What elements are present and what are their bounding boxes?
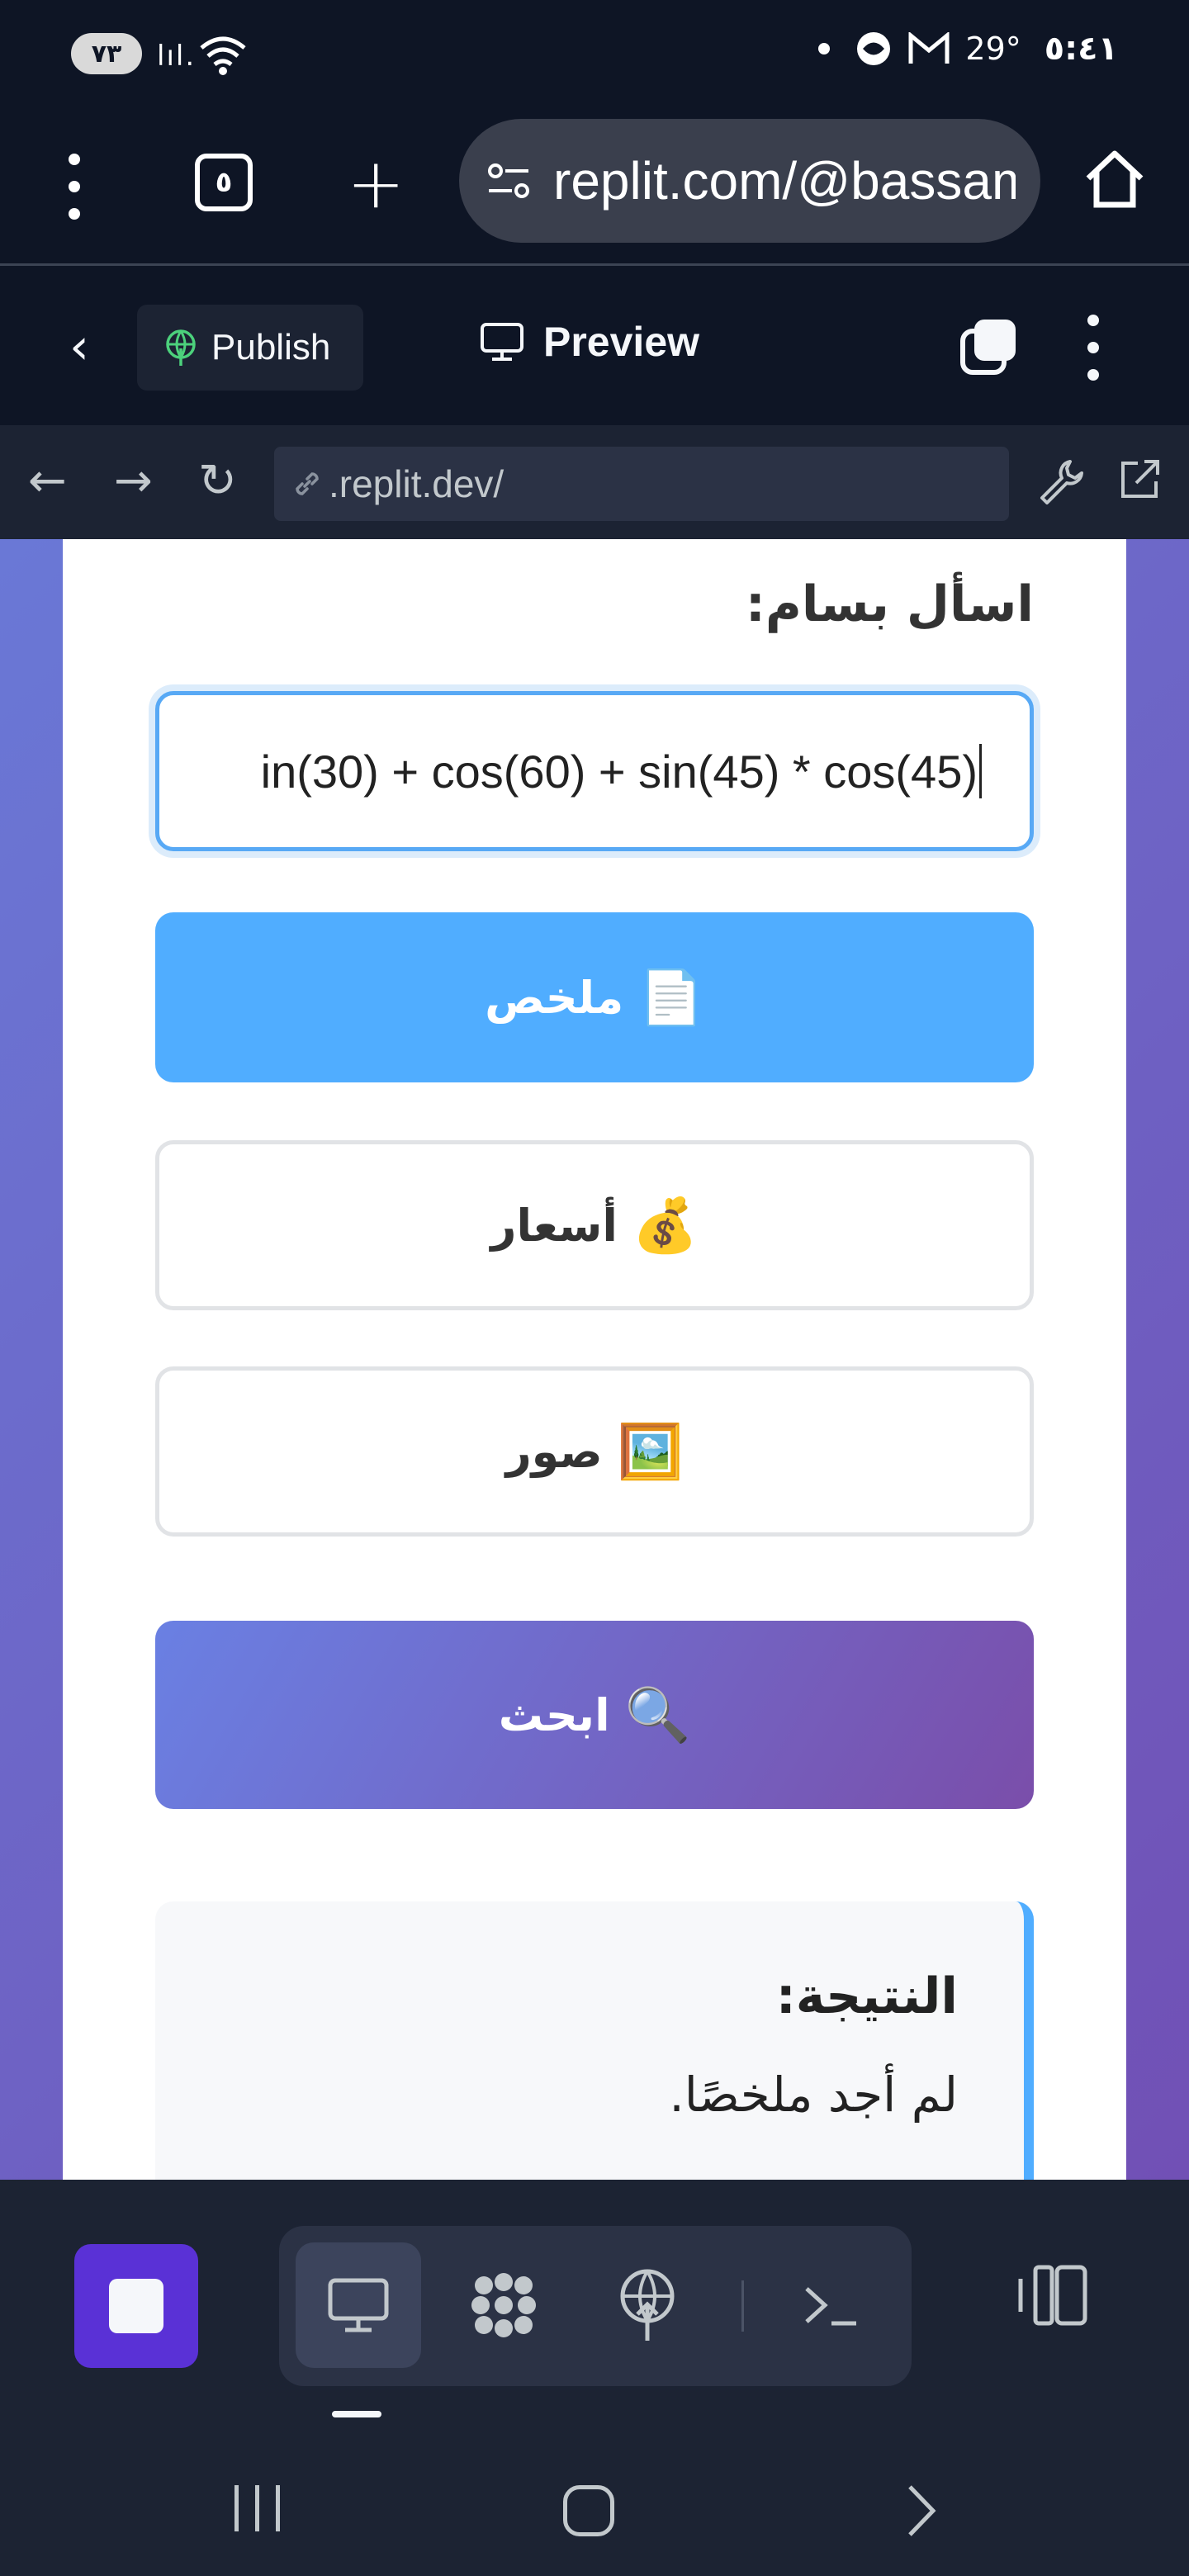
query-value: in(30) + cos(60) + sin(45) * cos(45) <box>260 745 978 798</box>
dock-tool-group <box>279 2226 912 2386</box>
url-bar[interactable]: replit.com/@bassam <box>459 119 1040 243</box>
url-text: replit.com/@bassam <box>553 151 1016 211</box>
webview-back-icon[interactable]: ← <box>28 457 67 506</box>
result-text: لم أجد ملخصًا. <box>669 2067 958 2123</box>
back-chevron-icon[interactable]: ‹ <box>69 318 89 376</box>
temperature: 29° <box>965 31 1021 67</box>
preview-tab[interactable]: Preview <box>479 318 699 366</box>
recents-icon[interactable] <box>234 2485 280 2531</box>
browser-menu-icon[interactable] <box>58 154 91 220</box>
monitor-icon <box>328 2278 389 2332</box>
app-notification-icon <box>857 32 891 65</box>
summary-button[interactable]: 📄 ملخص <box>155 912 1034 1082</box>
prices-button[interactable]: 💰 أسعار <box>155 1140 1034 1310</box>
webview-address-bar[interactable]: .replit.dev/ <box>274 447 1009 521</box>
dock-deploy-button[interactable] <box>585 2242 710 2368</box>
signal-icon: lıl. <box>157 40 197 73</box>
stop-button[interactable] <box>74 2244 198 2368</box>
tabs-overview-icon[interactable] <box>958 315 1021 377</box>
webview-forward-icon[interactable]: → <box>114 457 153 506</box>
prices-label: أسعار <box>490 1199 618 1252</box>
webview-page: اسأل بسام: in(30) + cos(60) + sin(45) * … <box>0 539 1189 2180</box>
result-panel: النتيجة: لم أجد ملخصًا. <box>155 1901 1034 2180</box>
dock-agent-button[interactable] <box>441 2242 566 2368</box>
panels-icon[interactable] <box>1016 2262 1090 2328</box>
images-button[interactable]: 🖼️ صور <box>155 1366 1034 1537</box>
replit-dock <box>0 2180 1189 2427</box>
reload-icon[interactable]: ↻ <box>198 457 237 506</box>
result-title: النتيجة: <box>775 1968 958 2025</box>
images-label: صور <box>505 1425 603 1478</box>
open-external-icon[interactable] <box>1116 457 1163 503</box>
wifi-icon <box>200 36 246 75</box>
tab-switcher-button[interactable]: ٥ <box>195 154 253 211</box>
query-input[interactable]: in(30) + cos(60) + sin(45) * cos(45) <box>155 691 1034 851</box>
text-caret <box>979 744 982 798</box>
site-settings-icon[interactable] <box>484 156 533 206</box>
home-button-icon[interactable] <box>563 2485 614 2536</box>
battery-indicator: ٧٣ <box>71 33 142 74</box>
link-icon <box>296 472 319 495</box>
gmail-icon <box>908 32 950 64</box>
summary-label: ملخص <box>485 971 624 1024</box>
webview-toolbar: ← → ↻ .replit.dev/ <box>0 425 1189 539</box>
new-tab-icon[interactable]: + <box>347 149 405 218</box>
active-tab-indicator <box>332 2411 381 2417</box>
dock-shell-button[interactable] <box>768 2242 893 2368</box>
system-nav-bar <box>0 2427 1189 2576</box>
publish-icon <box>166 329 196 366</box>
browser-toolbar: ٥ + replit.com/@bassam <box>0 107 1189 266</box>
status-bar: ٧٣ lıl. 29° ٥:٤١ <box>0 0 1189 107</box>
nav-back-icon[interactable] <box>903 2482 940 2540</box>
magnifier-icon: 🔍 <box>624 1684 691 1746</box>
dock-preview-button[interactable] <box>296 2242 421 2368</box>
webview-address-text: .replit.dev/ <box>329 462 504 505</box>
clock: ٥:٤١ <box>1044 30 1118 68</box>
more-options-icon[interactable] <box>1085 315 1101 381</box>
terminal-icon <box>805 2287 856 2326</box>
monitor-icon <box>481 323 523 361</box>
devtools-wrench-icon[interactable] <box>1037 457 1085 504</box>
document-icon: 📄 <box>638 967 704 1029</box>
picture-icon: 🖼️ <box>617 1421 684 1483</box>
stop-icon <box>109 2279 163 2333</box>
notification-dot-icon <box>818 43 831 54</box>
deploy-icon <box>620 2269 675 2341</box>
publish-label: Publish <box>211 327 331 367</box>
search-label: ابحث <box>498 1688 610 1741</box>
content-card: اسأل بسام: in(30) + cos(60) + sin(45) * … <box>63 539 1126 2180</box>
preview-label: Preview <box>543 319 700 365</box>
home-icon[interactable] <box>1082 147 1148 213</box>
replit-header: ‹ Publish Preview <box>0 268 1189 425</box>
money-bag-icon: 💰 <box>632 1195 699 1257</box>
search-button[interactable]: 🔍 ابحث <box>155 1621 1034 1809</box>
agent-icon <box>471 2273 536 2337</box>
publish-button[interactable]: Publish <box>137 305 363 391</box>
ask-label: اسأل بسام: <box>745 575 1034 633</box>
dock-separator <box>741 2280 744 2332</box>
